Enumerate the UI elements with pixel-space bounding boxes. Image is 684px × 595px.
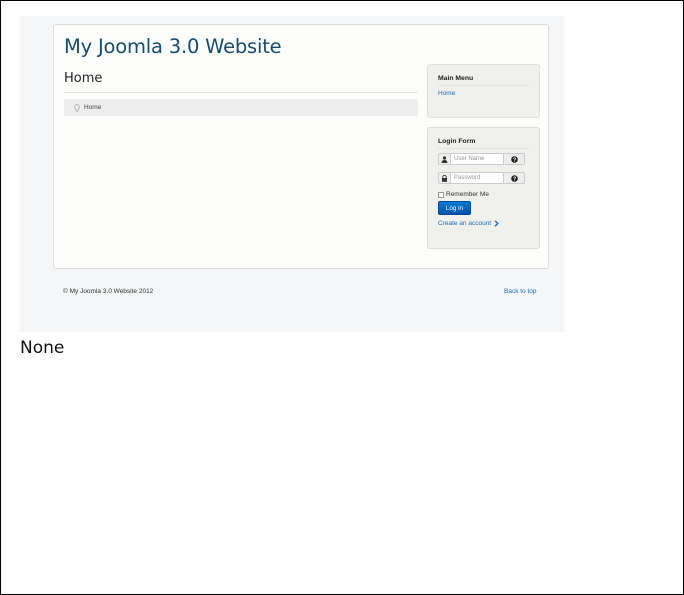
heading-divider — [64, 92, 418, 93]
login-form-title: Login Form — [438, 138, 476, 145]
username-input[interactable]: User Name — [451, 153, 504, 165]
user-icon — [438, 153, 451, 165]
create-account-label: Create an account — [438, 220, 492, 227]
main-menu-title: Main Menu — [438, 75, 474, 82]
page-title: Home — [64, 71, 103, 86]
breadcrumb: Home — [64, 99, 418, 116]
module-divider — [438, 148, 529, 149]
remember-me: Remember Me — [438, 191, 489, 198]
joomla-page: My Joomla 3.0 Website Home Home Main Men… — [20, 16, 564, 332]
help-icon[interactable]: ? — [504, 153, 525, 165]
remember-me-label: Remember Me — [446, 191, 489, 198]
footer-copyright: © My Joomla 3.0 Website 2012 — [63, 288, 154, 295]
location-pin-icon — [74, 103, 80, 112]
chevron-right-icon — [494, 220, 499, 227]
help-icon[interactable]: ? — [504, 172, 525, 184]
password-input[interactable]: Password — [451, 172, 504, 184]
create-account-link[interactable]: Create an account — [438, 220, 499, 227]
caption-text: None — [20, 338, 65, 358]
site-title[interactable]: My Joomla 3.0 Website — [64, 35, 282, 58]
login-form-module: Login Form User Name ? Password ? Rememb… — [427, 127, 540, 249]
back-to-top-link[interactable]: Back to top — [504, 288, 537, 295]
content-container: My Joomla 3.0 Website Home Home Main Men… — [53, 24, 549, 269]
lock-icon — [438, 172, 451, 184]
username-field-group: User Name ? — [438, 153, 525, 165]
menu-item-home[interactable]: Home — [438, 90, 455, 97]
password-field-group: Password ? — [438, 172, 525, 184]
remember-me-checkbox[interactable] — [438, 191, 444, 198]
login-button[interactable]: Log in — [438, 201, 471, 215]
main-menu-module: Main Menu Home — [427, 64, 540, 118]
breadcrumb-item-home: Home — [84, 104, 102, 111]
module-divider — [438, 85, 529, 86]
